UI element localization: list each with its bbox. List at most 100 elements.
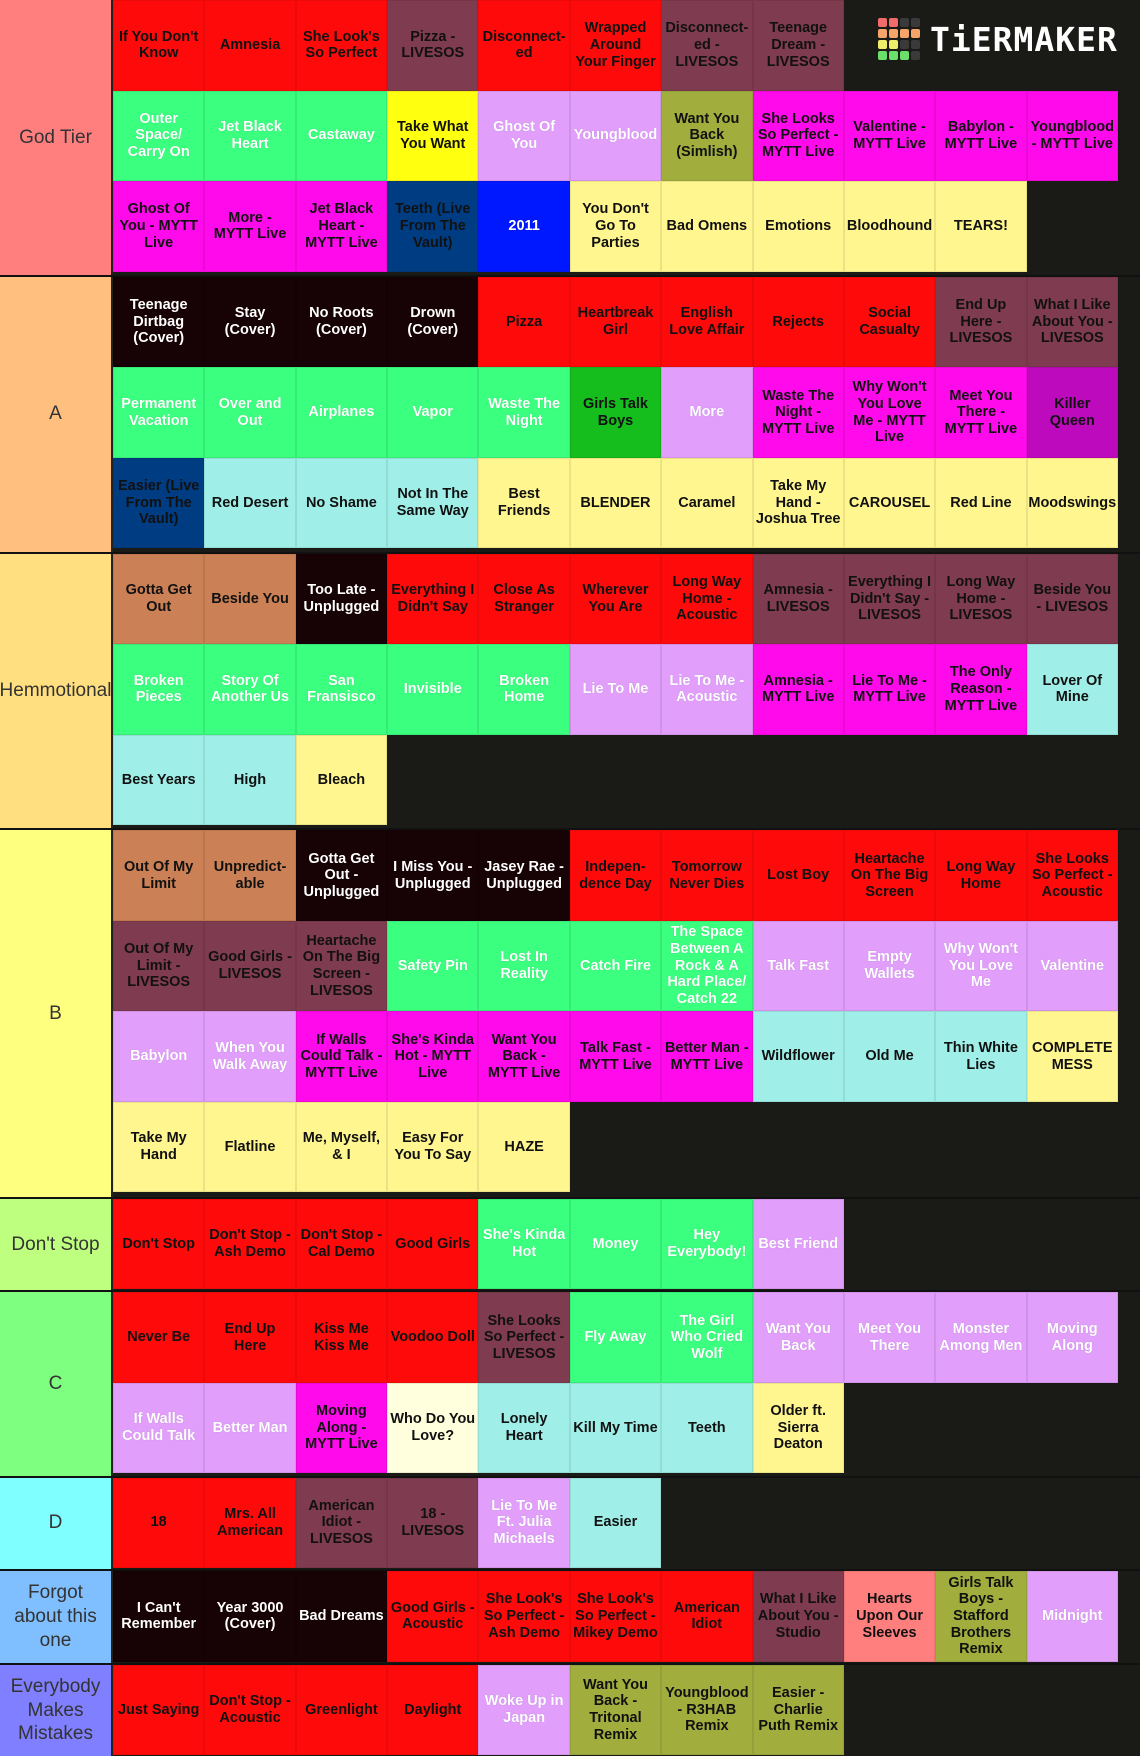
tier-item[interactable]: Babylon [113, 1011, 205, 1102]
tier-label[interactable]: Don't Stop [0, 1198, 113, 1291]
tier-item[interactable]: Outer Space/ Carry On [113, 90, 205, 181]
tier-item[interactable]: Rejects [752, 276, 844, 368]
tier-item[interactable]: Over and Out [204, 367, 296, 458]
tier-item[interactable]: Meet You There [843, 1292, 936, 1383]
tier-item[interactable]: Heartbreak Girl [569, 276, 662, 368]
tier-item[interactable]: Youngblood [569, 90, 662, 181]
tier-item[interactable]: Daylight [387, 1664, 479, 1756]
tier-item[interactable]: English Love Affair [661, 276, 753, 368]
tier-label[interactable]: D [0, 1477, 113, 1570]
tier-item[interactable]: She's Kinda Hot - MYTT Live [387, 1011, 479, 1102]
tier-item[interactable]: The Girl Who Cried Wolf [661, 1292, 753, 1383]
tier-item[interactable]: If Walls Could Talk - MYTT Live [295, 1011, 388, 1102]
tier-item[interactable]: Best Years [113, 734, 205, 826]
tier-item[interactable]: Airplanes [295, 367, 388, 458]
tier-item[interactable]: 18 [113, 1477, 205, 1569]
tier-item[interactable]: Too Late - Unplugged [295, 553, 388, 645]
tier-item[interactable]: Want You Back - MYTT Live [478, 1011, 570, 1102]
tier-item[interactable]: Emotions [752, 181, 844, 272]
tier-item[interactable]: Indepen-dence Day [569, 830, 662, 921]
tier-item[interactable]: Year 3000 (Cover) [204, 1571, 296, 1662]
tier-item[interactable]: Why Won't You Love Me - MYTT Live [843, 367, 936, 458]
tier-item[interactable]: She Looks So Perfect - Acoustic [1026, 830, 1118, 921]
tier-item[interactable]: BLENDER [569, 457, 662, 549]
tier-item[interactable]: Bad Dreams [295, 1571, 388, 1662]
tier-item[interactable]: Close As Stranger [478, 553, 570, 645]
tier-item[interactable]: Amnesia - MYTT Live [752, 644, 844, 735]
tier-item[interactable]: Lie To Me - Acoustic [661, 644, 753, 735]
tier-item[interactable]: The Space Between A Rock & A Hard Place/… [661, 920, 753, 1012]
tier-item[interactable]: Valentine [1026, 920, 1118, 1012]
tier-item[interactable]: Lost In Reality [478, 920, 570, 1012]
tier-item[interactable]: Don't Stop [113, 1198, 205, 1290]
tier-item[interactable]: Never Be [113, 1292, 205, 1383]
tier-item[interactable]: Out Of My Limit [113, 830, 205, 921]
tier-item[interactable]: Unpredict-able [204, 830, 296, 921]
tier-item[interactable]: She's Kinda Hot [478, 1198, 570, 1290]
tier-item[interactable]: Moving Along - MYTT Live [295, 1382, 388, 1474]
tier-item[interactable]: Drown (Cover) [387, 276, 479, 368]
tier-item[interactable]: Wrapped Around Your Finger [569, 0, 662, 91]
tier-item[interactable]: Disconnect-ed [478, 0, 570, 91]
tier-item[interactable]: Babylon - MYTT Live [935, 90, 1027, 181]
tier-item[interactable]: Wildflower [752, 1011, 844, 1102]
tier-item[interactable]: Greenlight [295, 1664, 388, 1756]
tier-item[interactable]: She Looks So Perfect - MYTT Live [752, 90, 844, 181]
tier-item[interactable]: High [204, 734, 296, 826]
tier-item[interactable]: Broken Home [478, 644, 570, 735]
tier-item[interactable]: Safety Pin [387, 920, 479, 1012]
tier-item[interactable]: Lie To Me [569, 644, 662, 735]
tier-item[interactable]: Good Girls [387, 1198, 479, 1290]
tier-item[interactable]: Good Girls - LIVESOS [204, 920, 296, 1012]
tier-item[interactable]: Girls Talk Boys [569, 367, 662, 458]
tier-item[interactable]: Older ft. Sierra Deaton [752, 1382, 844, 1474]
tier-item[interactable]: American Idiot - LIVESOS [295, 1477, 388, 1569]
tier-item[interactable]: Amnesia [204, 0, 296, 91]
tier-item[interactable]: Teeth [661, 1382, 753, 1474]
tier-item[interactable]: Youngblood - MYTT Live [1026, 90, 1118, 181]
tier-item[interactable]: Heartache On The Big Screen - LIVESOS [295, 920, 388, 1012]
tier-item[interactable]: COMPLETE MESS [1026, 1011, 1118, 1102]
tier-item[interactable]: She Look's So Perfect [295, 0, 388, 91]
tier-item[interactable]: Stay (Cover) [204, 276, 296, 368]
tier-item[interactable]: Gotta Get Out [113, 553, 205, 645]
tier-item[interactable]: Voodoo Doll [387, 1292, 479, 1383]
tier-item[interactable]: What I Like About You - LIVESOS [1026, 276, 1118, 368]
tier-label[interactable]: God Tier [0, 0, 113, 275]
tier-item[interactable]: Take My Hand [113, 1101, 205, 1193]
tier-label[interactable]: A [0, 276, 113, 552]
tier-item[interactable]: Moodswings [1026, 457, 1118, 549]
tier-label[interactable]: B [0, 830, 113, 1197]
tiermaker-logo[interactable]: TiERMAKER [878, 18, 1118, 60]
tier-item[interactable]: Disconnect-ed - LIVESOS [661, 0, 753, 91]
tier-item[interactable]: You Don't Go To Parties [569, 181, 662, 272]
tier-item[interactable]: Waste The Night - MYTT Live [752, 367, 844, 458]
tier-item[interactable]: Pizza [478, 276, 570, 368]
tier-item[interactable]: End Up Here - LIVESOS [935, 276, 1027, 368]
tier-item[interactable]: Girls Talk Boys - Stafford Brothers Remi… [935, 1571, 1027, 1662]
tier-item[interactable]: Valentine - MYTT Live [843, 90, 936, 181]
tier-item[interactable]: I Miss You - Unplugged [387, 830, 479, 921]
tier-item[interactable]: Flatline [204, 1101, 296, 1193]
tier-item[interactable]: Empty Wallets [843, 920, 936, 1012]
tier-item[interactable]: Out Of My Limit - LIVESOS [113, 920, 205, 1012]
tier-item[interactable]: Want You Back (Simlish) [661, 90, 753, 181]
tier-item[interactable]: Ghost Of You [478, 90, 570, 181]
tier-item[interactable]: Better Man - MYTT Live [661, 1011, 753, 1102]
tier-item[interactable]: Social Casualty [843, 276, 936, 368]
tier-item[interactable]: Mrs. All American [204, 1477, 296, 1569]
tier-item[interactable]: Tomorrow Never Dies [661, 830, 753, 921]
tier-item[interactable]: Long Way Home - Acoustic [661, 553, 753, 645]
tier-item[interactable]: Catch Fire [569, 920, 662, 1012]
tier-item[interactable]: Youngblood - R3HAB Remix [661, 1664, 753, 1756]
tier-item[interactable]: Beside You - LIVESOS [1026, 553, 1118, 645]
tier-item[interactable]: Moving Along [1026, 1292, 1118, 1383]
tier-item[interactable]: Amnesia - LIVESOS [752, 553, 844, 645]
tier-item[interactable]: Thin White Lies [935, 1011, 1027, 1102]
tier-item[interactable]: No Shame [295, 457, 388, 549]
tier-item[interactable]: Money [569, 1198, 662, 1290]
tier-item[interactable]: Don't Stop - Ash Demo [204, 1198, 296, 1290]
tier-item[interactable]: More - MYTT Live [204, 181, 296, 272]
tier-item[interactable]: Not In The Same Way [387, 457, 479, 549]
tier-item[interactable]: She Look's So Perfect - Mikey Demo [569, 1571, 662, 1662]
